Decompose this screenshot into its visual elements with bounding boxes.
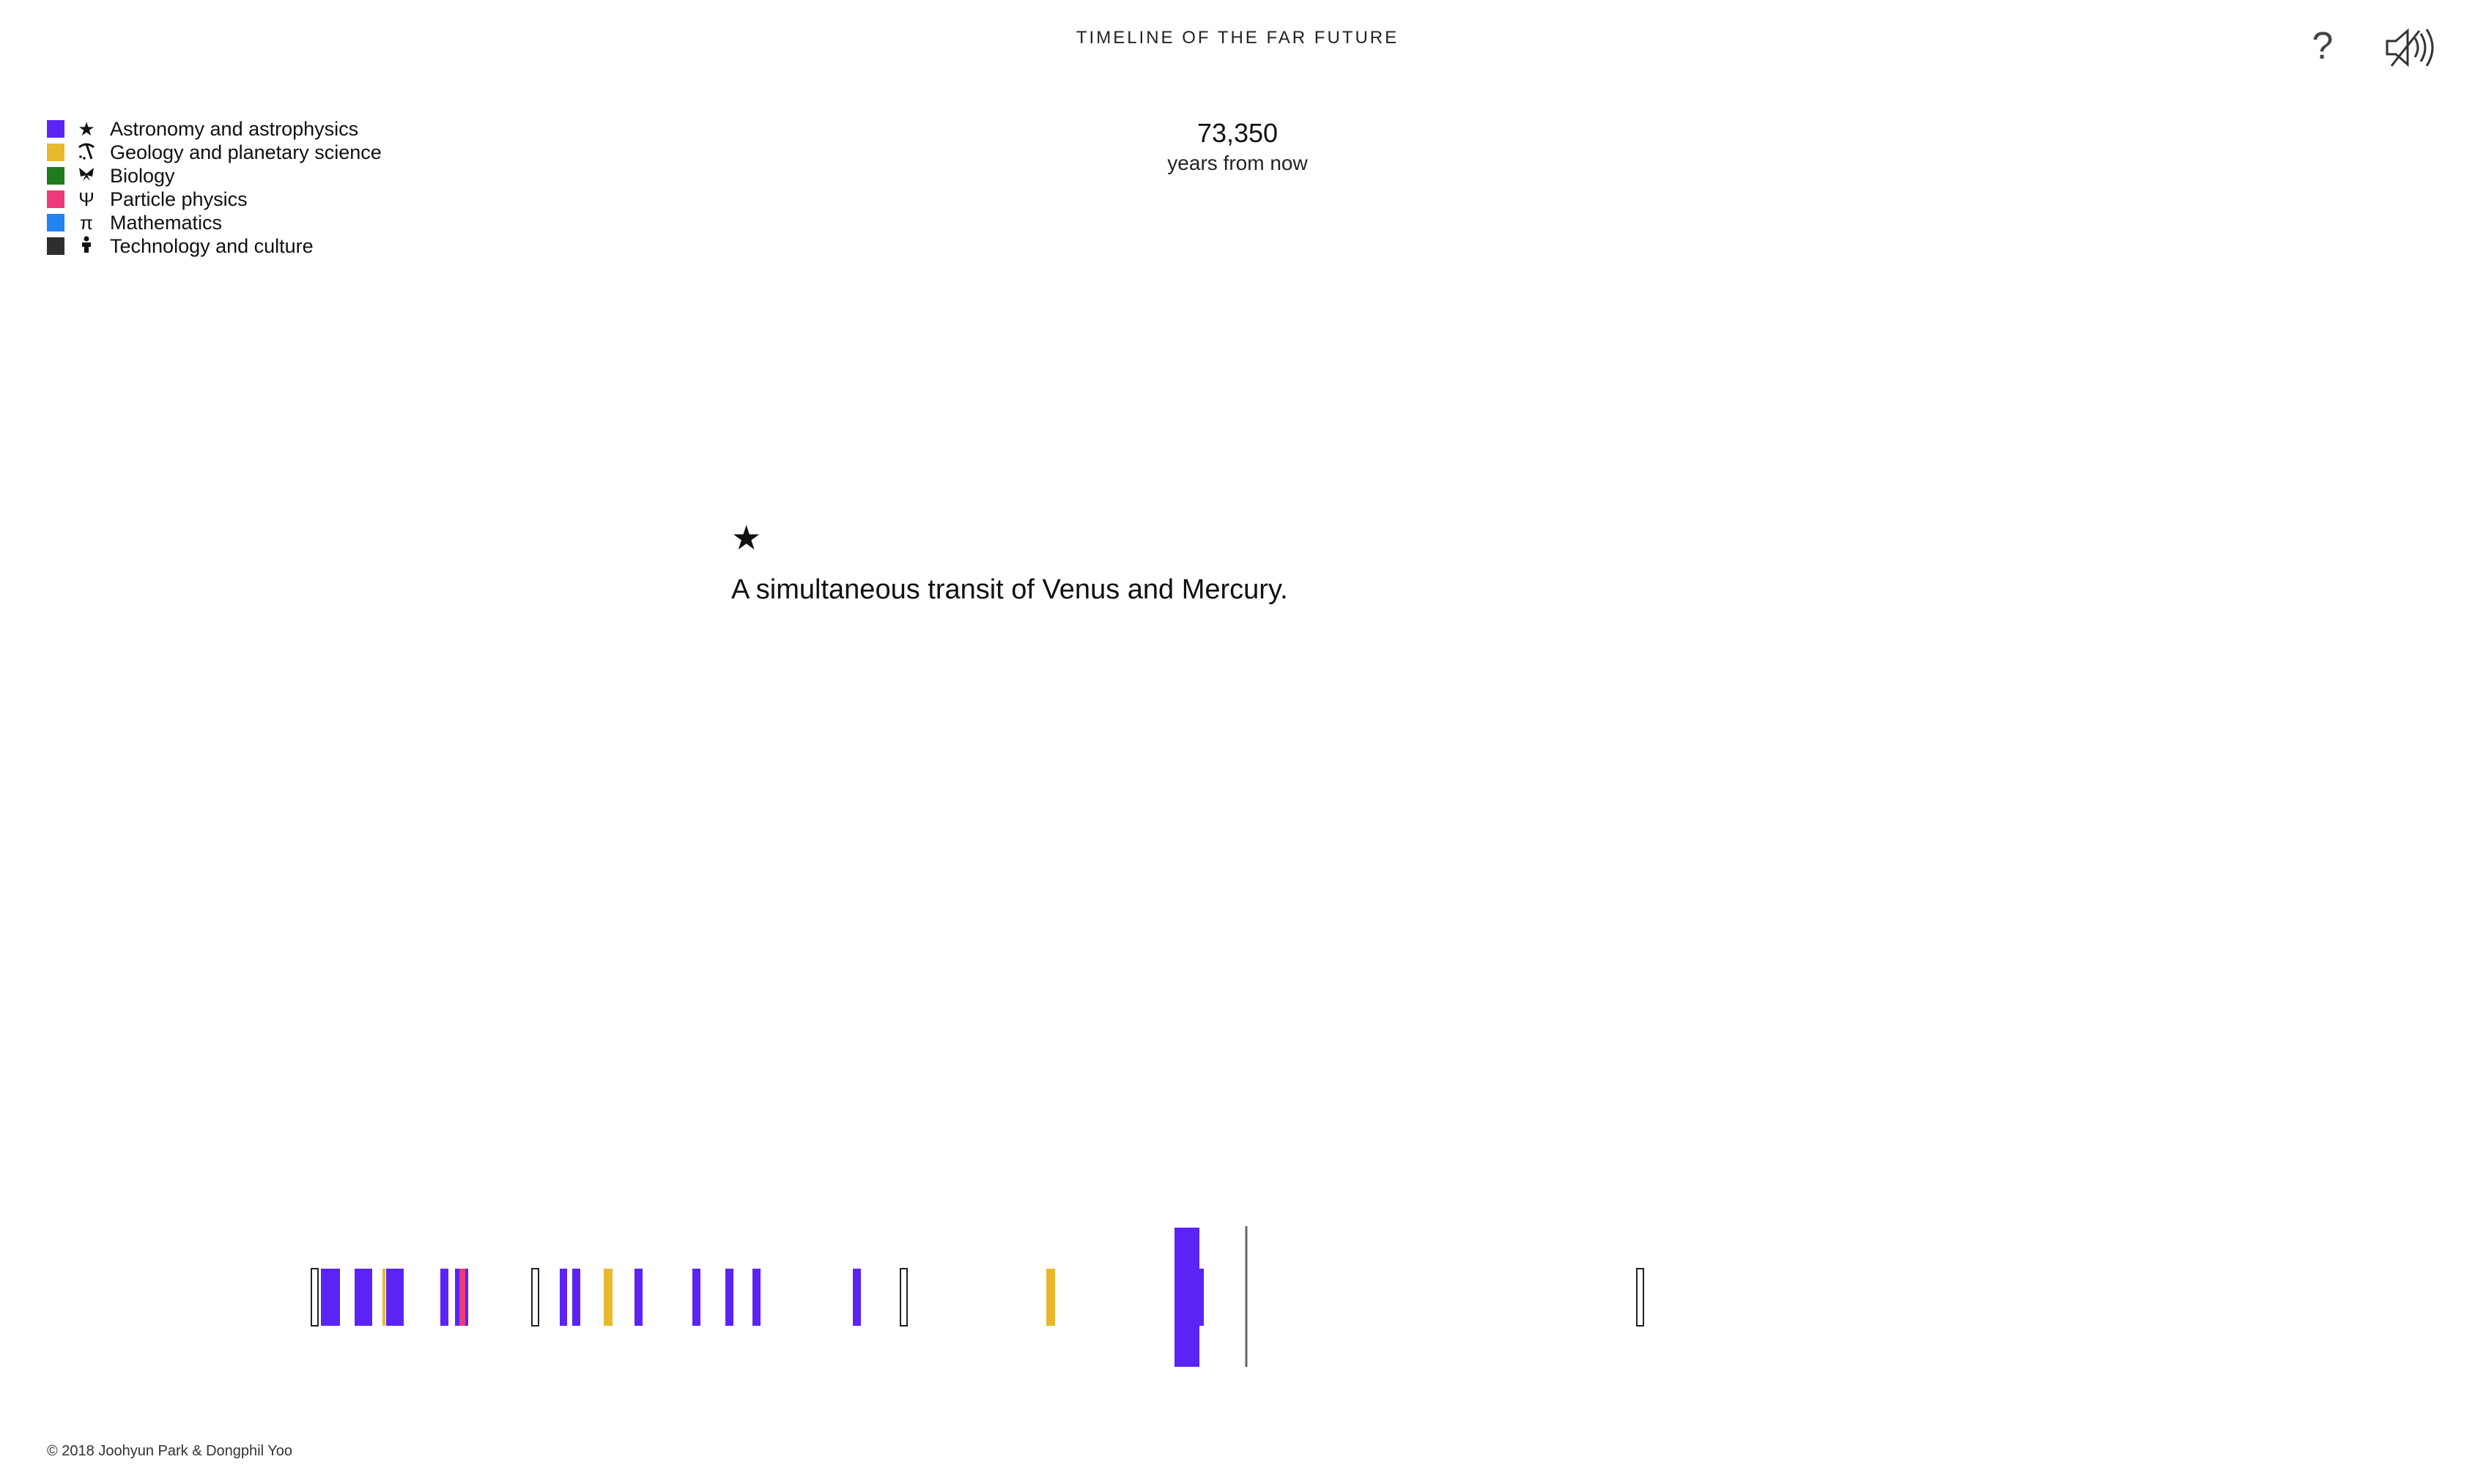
timeline-marker-astronomy[interactable] — [725, 1269, 733, 1326]
year-value: 73,350 — [1196, 118, 1279, 148]
timeline-marker-outline[interactable] — [1636, 1268, 1644, 1327]
timeline-marker-astronomy[interactable] — [853, 1269, 861, 1326]
person-icon — [76, 236, 97, 256]
event-card: ★ A simultaneous transit of Venus and Me… — [731, 519, 1288, 606]
legend-label: Technology and culture — [110, 234, 314, 257]
legend-swatch — [47, 190, 64, 208]
legend-item-technology: Technology and culture — [47, 234, 382, 258]
year-unit: years from now — [1167, 152, 1308, 174]
timeline-marker-particle[interactable] — [459, 1269, 465, 1326]
timeline-marker-active[interactable] — [1174, 1228, 1199, 1367]
page: TIMELINE OF THE FAR FUTURE ? ★ Astronomy… — [0, 0, 2475, 1484]
psi-icon: Ψ — [78, 188, 95, 210]
timeline-marker-astronomy[interactable] — [572, 1269, 580, 1326]
pi-icon: π — [80, 212, 93, 234]
timeline-marker-geology[interactable] — [604, 1269, 613, 1326]
timeline-marker-geology[interactable] — [1046, 1269, 1055, 1326]
timeline-marker-astronomy[interactable] — [321, 1269, 340, 1326]
timeline-marker-astronomy[interactable] — [455, 1269, 459, 1326]
legend-label: Particle physics — [110, 188, 248, 210]
page-title: TIMELINE OF THE FAR FUTURE — [1076, 28, 1399, 48]
timeline-marker-outline[interactable] — [900, 1268, 908, 1327]
timeline-marker-astronomy[interactable] — [465, 1269, 468, 1326]
timeline-marker-astronomy[interactable] — [752, 1269, 761, 1326]
event-description: A simultaneous transit of Venus and Merc… — [731, 574, 1288, 605]
timeline-marker-astronomy[interactable] — [635, 1269, 643, 1326]
timeline-marker-astronomy[interactable] — [440, 1269, 448, 1326]
timeline-marker-astronomy[interactable] — [355, 1269, 372, 1326]
timeline-track[interactable] — [0, 1216, 2475, 1370]
help-button[interactable]: ? — [2301, 21, 2345, 72]
star-icon: ★ — [731, 519, 762, 557]
timeline-marker-astronomy[interactable] — [692, 1269, 700, 1326]
timeline-marker-astronomy[interactable] — [386, 1269, 404, 1326]
legend-item-particle-physics: Ψ Particle physics — [47, 188, 382, 211]
sound-toggle-button[interactable] — [2381, 23, 2440, 72]
legend-swatch — [47, 237, 64, 255]
year-display: 73,350 years from now — [0, 116, 2475, 176]
timeline-marker-astronomy[interactable] — [560, 1269, 567, 1326]
timeline-marker-outline[interactable] — [531, 1268, 539, 1327]
legend-label: Mathematics — [110, 211, 223, 234]
speaker-muted-icon — [2386, 28, 2434, 67]
timeline-marker-astronomy[interactable] — [1199, 1269, 1204, 1326]
legend-item-mathematics: π Mathematics — [47, 211, 382, 234]
timeline-marker-outline[interactable] — [311, 1268, 319, 1327]
timeline-marker-geology[interactable] — [382, 1269, 385, 1326]
copyright-footer: © 2018 Joohyun Park & Dongphil Yoo — [47, 1443, 292, 1459]
legend-swatch — [47, 214, 64, 231]
